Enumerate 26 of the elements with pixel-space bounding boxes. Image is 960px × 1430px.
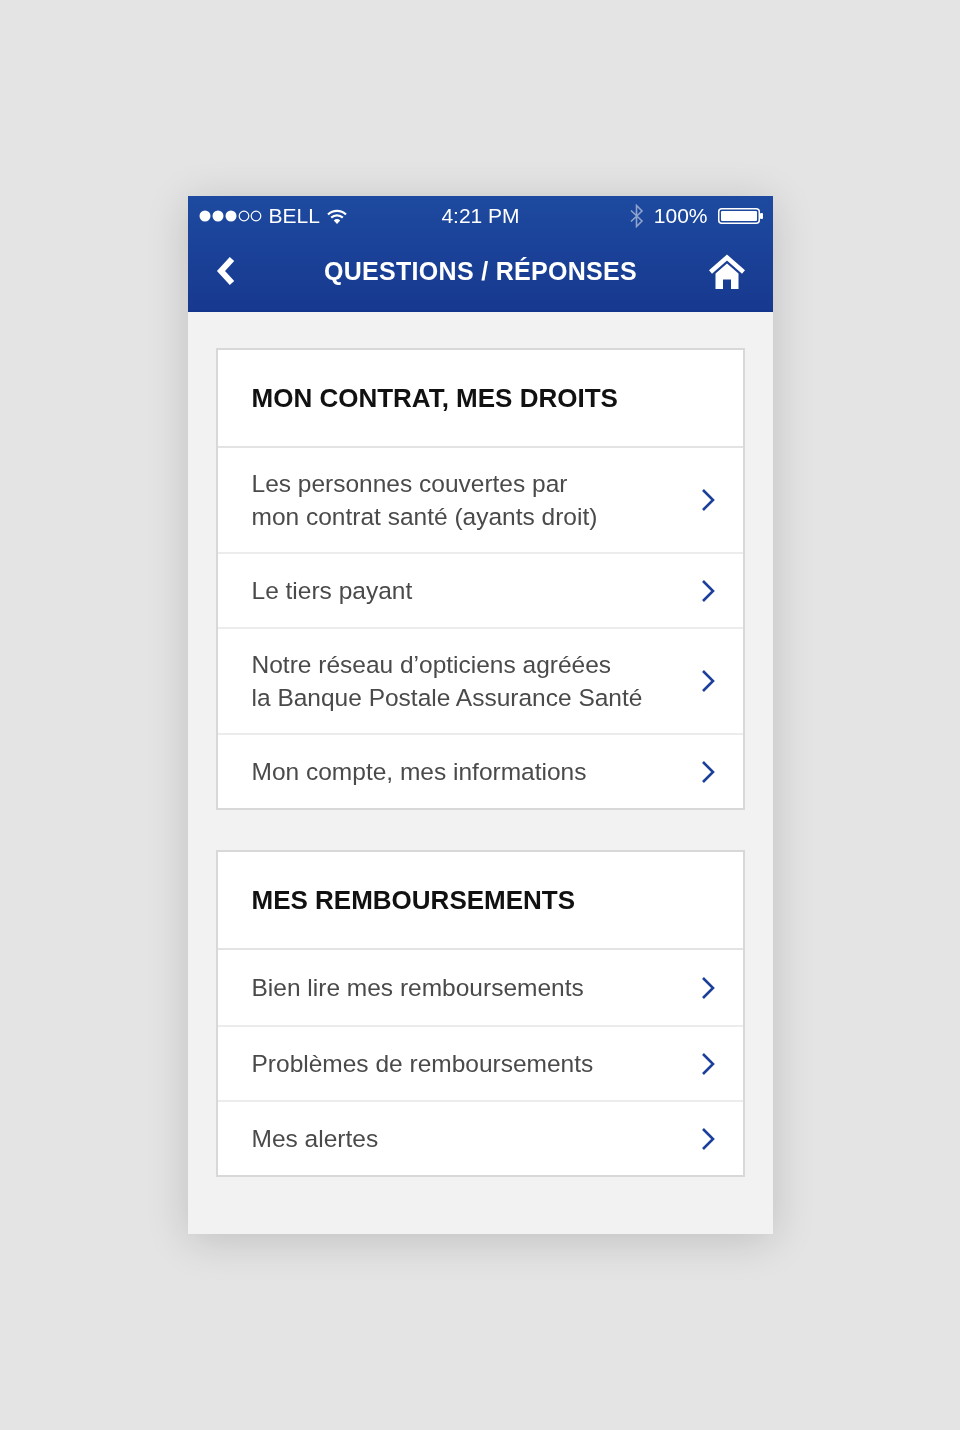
time-label: 4:21 PM	[441, 204, 520, 228]
wifi-icon	[326, 208, 347, 224]
signal-icon	[198, 210, 262, 222]
chevron-right-icon	[700, 759, 715, 784]
list-item[interactable]: Mon compte, mes informations	[217, 733, 743, 808]
bluetooth-icon	[629, 204, 644, 228]
chevron-right-icon	[700, 1051, 715, 1076]
list-item[interactable]: Mes alertes	[217, 1100, 743, 1175]
chevron-right-icon	[700, 488, 715, 512]
list-item[interactable]: Notre réseau d’opticiens agréées la Banque Postale Assurance Santé	[217, 627, 743, 733]
list-item[interactable]: Les personnes couvertes par mon contrat santé (ayants droit)	[217, 448, 743, 552]
screen-title: QUESTIONS / RÉPONSES	[324, 256, 637, 286]
battery-icon	[717, 208, 763, 224]
chevron-right-icon	[700, 669, 715, 693]
list-item[interactable]: Problèmes de remboursements	[217, 1025, 743, 1100]
back-icon[interactable]	[215, 256, 236, 286]
section-heading: MON CONTRAT, MES DROITS	[251, 382, 618, 414]
home-icon[interactable]	[707, 253, 746, 289]
list-item[interactable]: Bien lire mes remboursements	[217, 950, 743, 1025]
chevron-right-icon	[700, 1126, 715, 1151]
section-heading: MES REMBOURSEMENTS	[251, 884, 576, 916]
battery-percent: 100%	[653, 204, 708, 228]
list-item[interactable]: Le tiers payant	[217, 552, 743, 627]
chevron-right-icon	[700, 578, 715, 603]
chevron-right-icon	[700, 975, 715, 1000]
carrier-label: BELL	[268, 204, 320, 228]
